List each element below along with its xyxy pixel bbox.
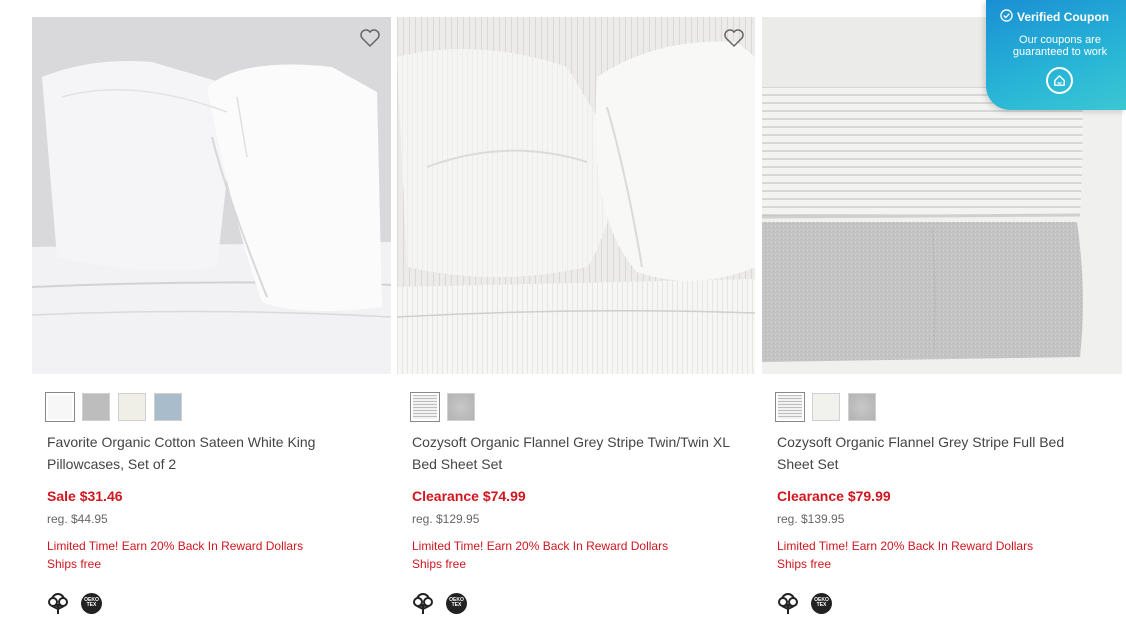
organic-cotton-icon bbox=[777, 591, 799, 615]
color-swatches bbox=[411, 393, 475, 421]
check-circle-icon bbox=[1000, 9, 1013, 25]
regular-price: reg. $129.95 bbox=[412, 512, 480, 526]
swatch-heather-grey[interactable] bbox=[447, 393, 475, 421]
organic-cotton-icon bbox=[412, 591, 434, 615]
product-image[interactable] bbox=[32, 17, 391, 374]
swatch-heather-grey[interactable] bbox=[848, 393, 876, 421]
home-badge-icon[interactable] bbox=[1046, 67, 1073, 94]
promo-text: Limited Time! Earn 20% Back In Reward Do… bbox=[47, 539, 304, 553]
product-image[interactable] bbox=[397, 17, 755, 374]
heart-icon[interactable] bbox=[722, 26, 746, 50]
product-grid: Favorite Organic Cotton Sateen White Kin… bbox=[32, 17, 1122, 638]
product-card[interactable]: Cozysoft Organic Flannel Grey Stripe Twi… bbox=[397, 17, 755, 638]
coupon-title: Verified Coupon bbox=[1017, 10, 1110, 24]
promo-text: Limited Time! Earn 20% Back In Reward Do… bbox=[412, 539, 669, 553]
swatch-ivory[interactable] bbox=[118, 393, 146, 421]
product-card[interactable]: Cozysoft Organic Flannel Grey Stripe Ful… bbox=[762, 17, 1122, 638]
swatch-white[interactable] bbox=[812, 393, 840, 421]
swatch-grey[interactable] bbox=[82, 393, 110, 421]
swatch-grey-stripe[interactable] bbox=[411, 393, 439, 421]
verified-coupon-widget[interactable]: Verified Coupon Our coupons are guarante… bbox=[986, 0, 1126, 110]
product-name[interactable]: Cozysoft Organic Flannel Grey Stripe Ful… bbox=[777, 431, 1097, 475]
swatch-white[interactable] bbox=[46, 393, 74, 421]
swatch-blue[interactable] bbox=[154, 393, 182, 421]
swatch-grey-stripe[interactable] bbox=[776, 393, 804, 421]
color-swatches bbox=[46, 393, 182, 421]
product-badges: OEKO TEX bbox=[777, 591, 832, 615]
regular-price: reg. $139.95 bbox=[777, 512, 845, 526]
product-badges: OEKO TEX bbox=[412, 591, 467, 615]
oeko-tex-icon: OEKO TEX bbox=[811, 592, 832, 614]
product-badges: OEKO TEX bbox=[47, 591, 102, 615]
clearance-price: Clearance $74.99 bbox=[412, 488, 526, 504]
color-swatches bbox=[776, 393, 876, 421]
sale-price: Sale $31.46 bbox=[47, 488, 123, 504]
product-card[interactable]: Favorite Organic Cotton Sateen White Kin… bbox=[32, 17, 391, 638]
shipping-text: Ships free bbox=[777, 557, 832, 571]
shipping-text: Ships free bbox=[412, 557, 467, 571]
product-name[interactable]: Cozysoft Organic Flannel Grey Stripe Twi… bbox=[412, 431, 732, 475]
shipping-text: Ships free bbox=[47, 557, 102, 571]
clearance-price: Clearance $79.99 bbox=[777, 488, 891, 504]
oeko-tex-icon: OEKO TEX bbox=[446, 592, 467, 614]
oeko-tex-icon: OEKO TEX bbox=[81, 592, 102, 614]
coupon-subtitle: Our coupons are guaranteed to work bbox=[1012, 34, 1108, 58]
coupon-header: Verified Coupon bbox=[1000, 9, 1109, 25]
regular-price: reg. $44.95 bbox=[47, 512, 108, 526]
product-name[interactable]: Favorite Organic Cotton Sateen White Kin… bbox=[47, 431, 367, 475]
heart-icon[interactable] bbox=[358, 26, 382, 50]
organic-cotton-icon bbox=[47, 591, 69, 615]
promo-text: Limited Time! Earn 20% Back In Reward Do… bbox=[777, 539, 1034, 553]
